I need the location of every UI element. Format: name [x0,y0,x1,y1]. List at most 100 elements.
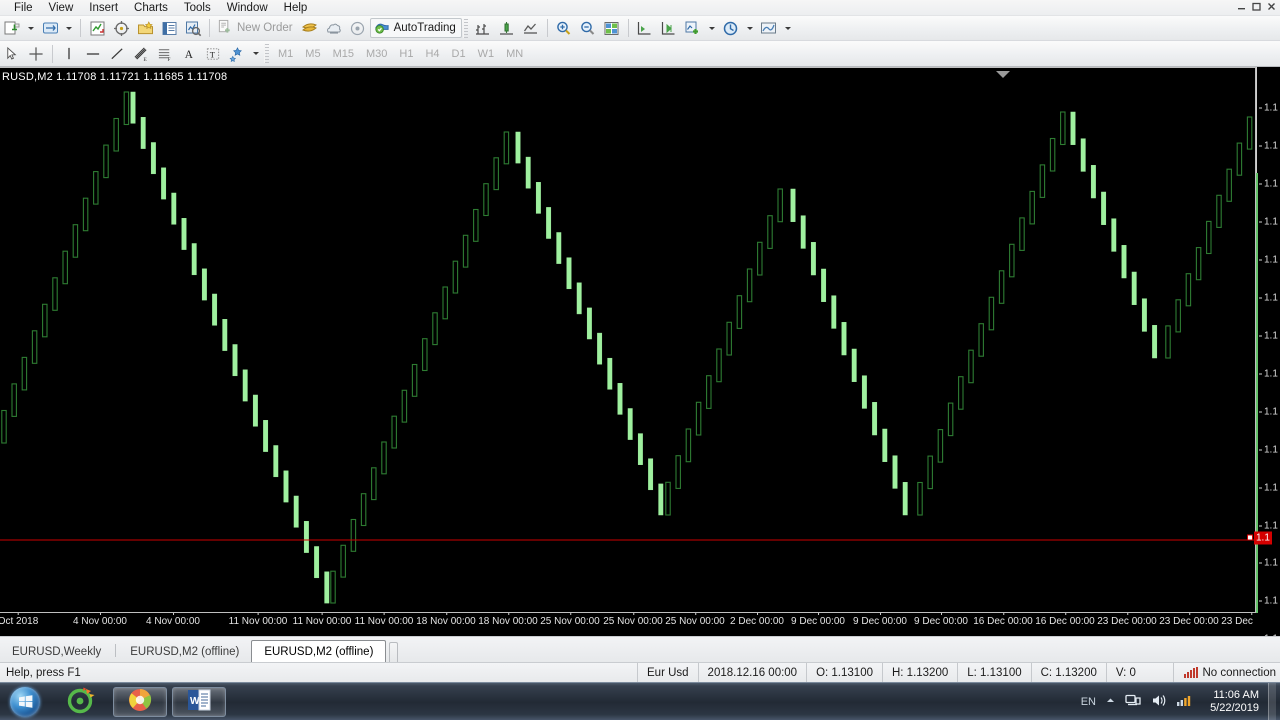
timeframe-h4[interactable]: H4 [419,44,445,64]
candle-106 [1080,138,1086,172]
clock-date: 5/22/2019 [1210,701,1259,714]
text-icon[interactable]: A [178,43,200,64]
clock[interactable]: 11:06 AM 5/22/2019 [1201,689,1259,715]
profiles-icon[interactable] [39,18,61,39]
indicators-icon[interactable] [682,18,704,39]
close-icon[interactable] [1265,1,1278,14]
menu-item-charts[interactable]: Charts [126,0,176,16]
taskbar-item-metatrader[interactable] [113,686,167,717]
zoom-in-icon[interactable] [553,18,575,39]
taskbar-item-disc-utility[interactable] [54,687,108,717]
timeframe-m15[interactable]: M15 [327,44,360,64]
vertical-line-icon[interactable] [58,43,80,64]
navigator-icon[interactable] [134,18,156,39]
menu-item-file[interactable]: File [6,0,41,16]
market-watch-icon[interactable] [86,18,108,39]
equidistant-channel-icon[interactable]: E [130,43,152,64]
date-scale[interactable]: Oct 2018 4 Nov 00:00 4 Nov 00:00 11 Nov 00:… [0,613,1256,631]
timeframe-w1[interactable]: W1 [472,44,501,64]
connection-label: No connection [1202,666,1276,679]
strategy-tester-icon[interactable] [182,18,204,39]
maximize-icon[interactable] [1250,1,1263,14]
price-tick-2: 1.1 [1259,179,1278,190]
word-icon: W [185,686,213,717]
cursor-icon[interactable] [1,43,23,64]
timeframe-h1[interactable]: H1 [393,44,419,64]
svg-text:E: E [143,57,147,62]
horizontal-line-icon[interactable] [82,43,104,64]
timeframe-m1[interactable]: M1 [272,44,299,64]
new-order-button[interactable]: New Order [214,18,298,38]
timeframe-mn[interactable]: MN [500,44,529,64]
data-window-icon[interactable] [110,18,132,39]
shapes-icon[interactable] [226,43,248,64]
auto-scroll-icon[interactable] [658,18,680,39]
menu-item-view[interactable]: View [41,0,82,16]
menu-item-tools[interactable]: Tools [176,0,219,16]
candle-68 [685,428,692,463]
candle-13 [130,91,136,124]
date-tick-5: 11 Nov 00:00 [355,613,413,627]
chart-plot-area[interactable] [0,76,1255,613]
candle-49 [493,157,499,191]
connection-status[interactable]: No connection [1173,662,1280,683]
tile-windows-icon[interactable] [601,18,623,39]
trendline-icon[interactable] [106,43,128,64]
show-hidden-icons-icon[interactable] [1105,695,1116,709]
start-button[interactable] [1,684,49,720]
candle-46 [462,234,469,268]
candle-34 [340,544,346,578]
indicators-dropdown-icon[interactable] [706,18,718,39]
timeframe-d1[interactable]: D1 [446,44,472,64]
menu-item-insert[interactable]: Insert [81,0,126,16]
date-tick-18: 23 Dec 00:00 [1159,613,1219,627]
tab-eurusd-weekly[interactable]: EURUSD,Weekly [0,642,113,663]
tab-overflow-stub[interactable] [389,642,399,663]
shapes-dropdown-icon[interactable] [250,43,262,64]
candle-41 [411,363,418,397]
templates-icon[interactable] [758,18,780,39]
periods-icon[interactable] [720,18,742,39]
terminal-icon[interactable] [158,18,180,39]
new-chart-icon[interactable] [1,18,23,39]
candle-0 [1,409,7,444]
menu-item-help[interactable]: Help [276,0,316,16]
tab-eurusd-m2-offline-1[interactable]: EURUSD,M2 (offline) [118,642,251,663]
toolbar-grip[interactable] [462,18,468,38]
zoom-out-icon[interactable] [577,18,599,39]
timeframe-toolbar-grip[interactable] [264,44,269,63]
candle-82 [831,295,837,329]
candle-72 [726,321,732,356]
candle-52 [525,156,531,189]
candlestick-chart-icon[interactable] [496,18,518,39]
periods-dropdown-icon[interactable] [744,18,756,39]
taskbar-item-word[interactable]: W [172,686,226,717]
signals-icon[interactable] [347,18,369,39]
price-tick-12: 1.1 [1259,558,1278,569]
text-label-icon[interactable]: T [202,43,224,64]
tab-eurusd-m2-offline-active[interactable]: EURUSD,M2 (offline) [251,640,387,663]
volume-icon[interactable] [1151,693,1167,711]
menu-item-window[interactable]: Window [219,0,276,16]
templates-dropdown-icon[interactable] [782,18,794,39]
bar-chart-icon[interactable] [472,18,494,39]
profiles-dropdown-icon[interactable] [63,18,75,39]
fibonacci-retracement-icon[interactable]: F [154,43,176,64]
timeframe-m30[interactable]: M30 [360,44,393,64]
language-indicator[interactable]: EN [1081,696,1096,708]
line-chart-icon[interactable] [520,18,542,39]
chart-shift-icon[interactable] [634,18,656,39]
crosshair-icon[interactable] [25,43,47,64]
show-desktop-button[interactable] [1268,682,1276,720]
autotrading-button[interactable]: AutoTrading [369,18,462,38]
network-icon[interactable] [1125,693,1142,711]
chart-window[interactable]: RUSD,M2 1.11708 1.11721 1.11685 1.11708 … [0,67,1280,645]
signal-icon[interactable] [1176,693,1192,711]
timeframe-m5[interactable]: M5 [299,44,326,64]
metaeditor-icon[interactable] [299,18,321,39]
new-chart-dropdown-icon[interactable] [25,18,37,39]
price-scale[interactable]: 1.1 1.1 1.1 1.1 1.1 1.1 1.1 1.1 1.1 1.1 1.1 1.1 1.1 1… [1247,67,1280,645]
candle-5 [52,277,58,311]
expert-advisors-icon[interactable] [323,18,345,39]
minimize-icon[interactable] [1235,1,1248,14]
